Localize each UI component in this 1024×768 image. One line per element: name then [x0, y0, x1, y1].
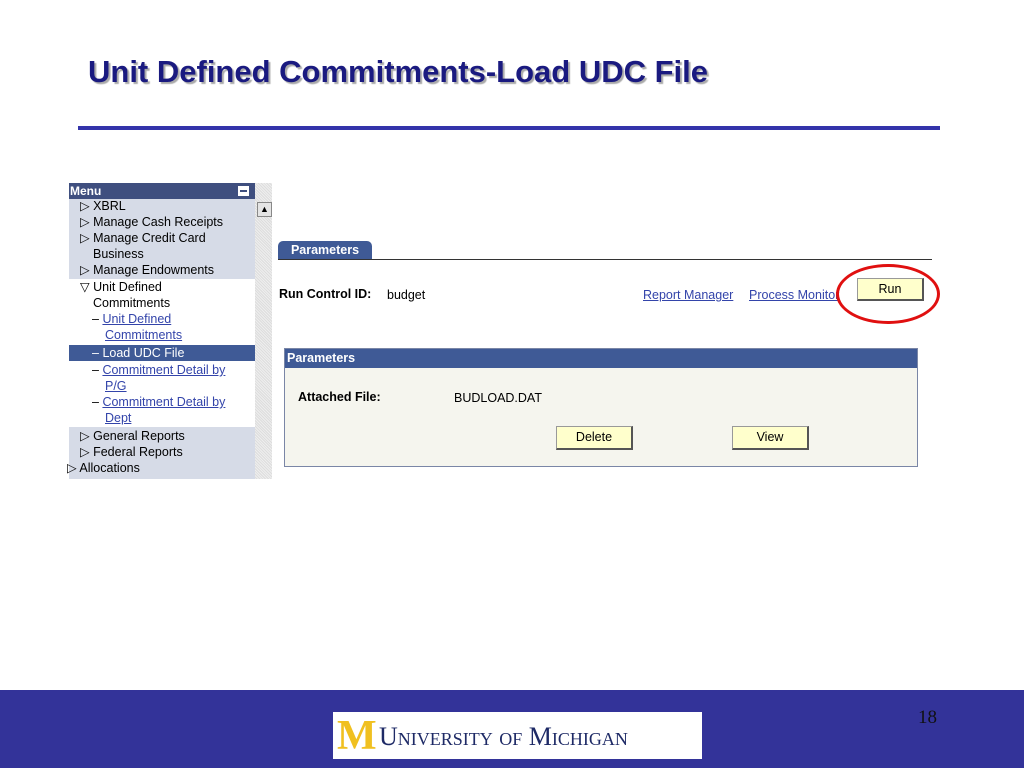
collapse-icon[interactable] — [238, 186, 249, 196]
page-number: 18 — [918, 707, 937, 728]
process-monitor-link[interactable]: Process Monitor — [749, 288, 839, 302]
menu-item-cash-receipts[interactable]: ▷ Manage Cash Receipts — [80, 214, 223, 230]
delete-button[interactable]: Delete — [556, 426, 633, 450]
menu-scrollbar[interactable] — [255, 183, 272, 479]
menu-item-federal-reports[interactable]: ▷ Federal Reports — [80, 444, 183, 460]
menu-link-unit-defined[interactable]: – Unit Defined — [92, 311, 171, 327]
menu-item-udc-folder[interactable]: ▽ Unit Defined — [80, 279, 162, 295]
menu-item-endowments[interactable]: ▷ Manage Endowments — [80, 262, 214, 278]
menu-item-credit-card-cont[interactable]: Business — [93, 246, 144, 262]
tab-divider — [278, 259, 932, 260]
block-m-logo: M — [337, 713, 377, 759]
run-control-label: Run Control ID: — [279, 287, 372, 301]
menu-item-allocations[interactable]: ▷ Allocations — [67, 460, 140, 476]
university-logo: M University of Michigan — [333, 712, 702, 759]
slide-title: Unit Defined Commitments-Load UDC File — [88, 54, 709, 89]
menu-item-load-udc-file[interactable]: – Load UDC File — [92, 345, 184, 361]
menu-link-detail-pg[interactable]: – Commitment Detail by — [92, 362, 225, 378]
view-button[interactable]: View — [732, 426, 809, 450]
menu-link-detail-pg-cont[interactable]: P/G — [105, 378, 127, 394]
logo-text: University of Michigan — [379, 722, 628, 751]
parameters-section: Parameters Attached File: BUDLOAD.DAT De… — [284, 348, 918, 467]
run-control-value: budget — [387, 288, 426, 302]
tab-parameters[interactable]: Parameters — [278, 241, 372, 260]
scroll-up-icon[interactable]: ▲ — [257, 202, 272, 217]
attached-file-label: Attached File: — [298, 390, 381, 404]
menu-link-detail-dept-cont[interactable]: Dept — [105, 410, 131, 426]
menu-item-udc-folder-cont[interactable]: Commitments — [93, 295, 170, 311]
menu-header: Menu — [69, 183, 255, 199]
menu-item-general-reports[interactable]: ▷ General Reports — [80, 428, 185, 444]
menu-panel: Menu ▷ XBRL ▷ Manage Cash Receipts ▷ Man… — [67, 183, 255, 479]
menu-link-detail-dept[interactable]: – Commitment Detail by — [92, 394, 225, 410]
menu-item-xbrl[interactable]: ▷ XBRL — [80, 198, 126, 214]
title-rule — [78, 126, 940, 130]
menu-item-credit-card[interactable]: ▷ Manage Credit Card — [80, 230, 206, 246]
menu-link-unit-defined-cont[interactable]: Commitments — [105, 327, 182, 343]
section-header: Parameters — [285, 349, 917, 368]
report-manager-link[interactable]: Report Manager — [643, 288, 733, 302]
attached-file-value: BUDLOAD.DAT — [454, 391, 542, 405]
menu-title: Menu — [70, 184, 102, 198]
highlight-circle — [836, 264, 940, 324]
